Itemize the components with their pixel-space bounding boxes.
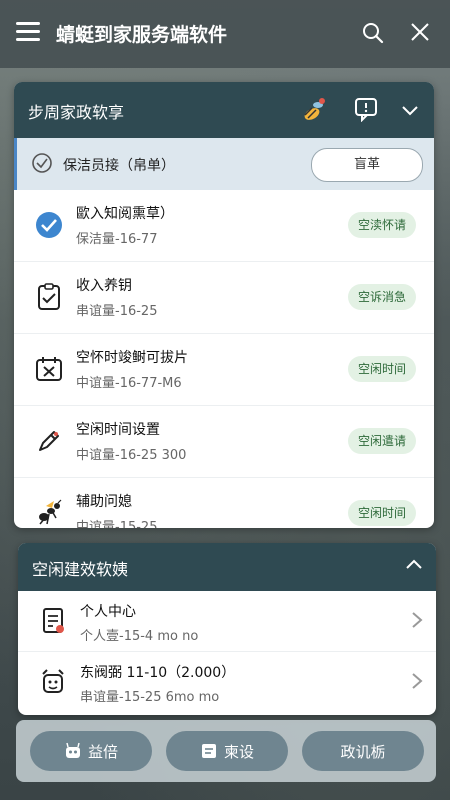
list-item[interactable]: 辅助问媳 中谊量-15-25 空闲时间 [14, 478, 434, 528]
services-card-title: 步周家政软享 [28, 103, 125, 122]
cleaner-order-label: 保洁员接（帛单） [63, 158, 175, 174]
list-item[interactable]: 空怀时竣鲥可拔片 中谊量-16-77-M6 空闲时间 [14, 334, 434, 406]
item-sub: 串谊量-15-25 6mo mo [80, 690, 220, 705]
item-name: 东阀弼 11-10（2.000） [80, 665, 236, 681]
item-name: 个人中心 [80, 604, 136, 620]
checklist-icon [38, 283, 60, 310]
list-item[interactable]: 空闲时间设置 中谊量-16-25 300 空闲遣请 [14, 406, 434, 478]
top-bar: 蜻蜓到家服务端软件 [0, 0, 450, 68]
settings-card-title: 空闲建效软姨 [32, 560, 129, 579]
bottom-button-1[interactable]: 益倍 [30, 731, 152, 771]
bottom-button-3[interactable]: 政讥栃 [302, 731, 424, 771]
close-icon[interactable] [408, 20, 432, 44]
item-name: 辅助问媳 [76, 494, 132, 510]
check-circle-icon [36, 212, 62, 238]
robot-icon [65, 742, 80, 758]
list-item[interactable]: 收入养钥 串谊量-16-25 空诉消急 [14, 262, 434, 334]
item-sub: 串谊量-16-25 [76, 304, 158, 319]
alarm-icon [42, 669, 64, 693]
form-icon [201, 744, 216, 758]
item-sub: 保洁量-16-77 [76, 232, 158, 247]
item-name: 收入养钥 [76, 278, 132, 294]
bottom-button-1-label: 益倍 [87, 742, 118, 761]
chevron-right-icon [412, 612, 423, 628]
app-title: 蜻蜓到家服务端软件 [56, 24, 228, 46]
pen-icon [39, 431, 59, 451]
status-badge[interactable]: 空闲时间 [348, 500, 417, 526]
item-sub: 中谊量-15-25 [76, 520, 158, 528]
bottom-button-3-label: 政讥栃 [340, 742, 386, 761]
message-icon[interactable] [354, 96, 380, 122]
services-card: 步周家政软享 保洁员接（帛单） 盲革 歐入知阅熏草） 保洁量-16-77 空渎怀… [14, 82, 434, 528]
chat-check-icon [32, 153, 52, 173]
item-name: 空闲时间设置 [76, 422, 160, 438]
menu-icon[interactable] [16, 22, 40, 42]
item-name: 空怀时竣鲥可拔片 [76, 350, 188, 366]
bottom-button-2-label: 柬设 [223, 742, 254, 761]
item-sub: 个人壹-15-4 mo no [80, 629, 199, 644]
services-card-header: 步周家政软享 [14, 82, 434, 138]
ant-icon [39, 499, 62, 525]
search-icon[interactable] [362, 22, 384, 44]
settings-card-header: 空闲建效软姨 [18, 543, 436, 591]
chevron-down-icon[interactable] [400, 100, 420, 120]
bottom-button-2[interactable]: 柬设 [166, 731, 288, 771]
item-sub: 中谊量-16-77-M6 [76, 376, 182, 391]
list-item[interactable]: 东阀弼 11-10（2.000） 串谊量-15-25 6mo mo [18, 652, 436, 712]
bee-icon [304, 98, 325, 120]
document-icon [43, 608, 64, 633]
list-item[interactable]: 个人中心 个人壹-15-4 mo no [18, 591, 436, 652]
item-sub: 中谊量-16-25 300 [76, 448, 187, 463]
status-badge[interactable]: 空渎怀请 [348, 212, 417, 238]
chevron-up-icon[interactable] [404, 555, 424, 575]
subbar-action-button[interactable]: 盲革 [311, 148, 423, 182]
cleaner-order-bar: 保洁员接（帛单） 盲革 [14, 138, 434, 190]
settings-card: 空闲建效软姨 个人中心 个人壹-15-4 mo no 东阀弼 11-10（2.0… [18, 543, 436, 715]
list-item[interactable]: 歐入知阅熏草） 保洁量-16-77 空渎怀请 [14, 190, 434, 262]
status-badge[interactable]: 空诉消急 [348, 284, 417, 310]
status-badge[interactable]: 空闲时间 [348, 356, 417, 382]
schedule-x-icon [36, 357, 62, 381]
chevron-right-icon [412, 673, 423, 689]
item-name: 歐入知阅熏草） [76, 206, 174, 222]
status-badge[interactable]: 空闲遣请 [348, 428, 417, 454]
bottom-action-bar: 益倍 柬设 政讥栃 [16, 720, 436, 782]
